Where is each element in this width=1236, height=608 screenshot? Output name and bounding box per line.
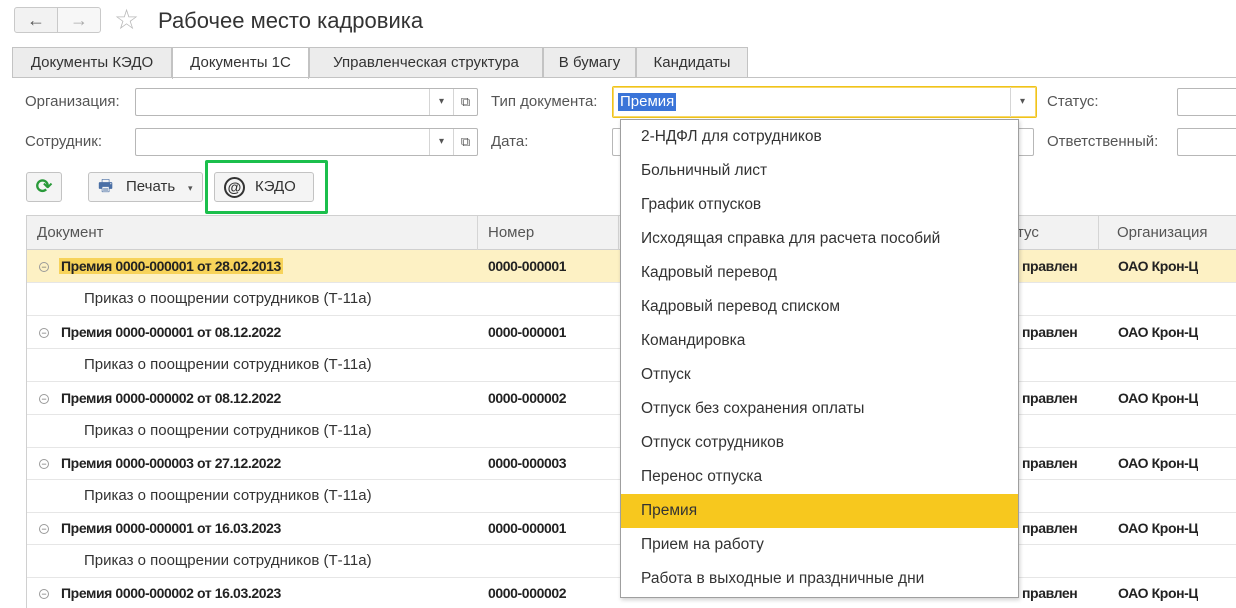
date-label: Дата: <box>491 133 529 150</box>
dropdown-item[interactable]: Командировка <box>621 324 1018 358</box>
print-label: Печать <box>126 178 176 195</box>
dropdown-item[interactable]: Кадровый перевод <box>621 256 1018 290</box>
open-form-icon[interactable]: ⧉ <box>453 89 477 115</box>
title-bar: ← → ☆ Рабочее место кадровика <box>0 0 1236 44</box>
collapse-icon[interactable]: − <box>39 459 49 469</box>
document-name: Премия 0000-000002 от 08.12.2022 <box>61 390 281 406</box>
collapse-icon[interactable]: − <box>39 262 49 272</box>
collapse-icon[interactable]: − <box>39 328 49 338</box>
refresh-icon: ⟳ <box>35 176 53 198</box>
favorite-star-icon[interactable]: ☆ <box>114 5 139 35</box>
dropdown-item[interactable]: Отпуск без сохранения оплаты <box>621 392 1018 426</box>
doc-type-value: Премия <box>618 93 677 111</box>
tab-divider <box>12 77 1236 78</box>
back-button[interactable]: ← <box>14 7 58 33</box>
dropdown-item[interactable]: Перенос отпуска <box>621 460 1018 494</box>
doc-type-label: Тип документа: <box>491 93 598 110</box>
document-organization: ОАО Крон-Ц <box>1118 390 1199 406</box>
status-field[interactable] <box>1177 88 1236 116</box>
chevron-down-icon[interactable]: ▾ <box>1010 87 1034 117</box>
tab-candidates[interactable]: Кандидаты <box>636 47 748 78</box>
child-document-name: Приказ о поощрении сотрудников (Т-11а) <box>84 356 372 373</box>
document-status: правлен <box>1022 258 1078 274</box>
tab-management-structure[interactable]: Управленческая структура <box>309 47 543 78</box>
tab-kedo-documents[interactable]: Документы КЭДО <box>12 47 172 78</box>
child-document-name: Приказ о поощрении сотрудников (Т-11а) <box>84 290 372 307</box>
forward-button[interactable]: → <box>57 7 101 33</box>
document-name: Премия 0000-000001 от 08.12.2022 <box>61 324 281 340</box>
responsible-label: Ответственный: <box>1047 133 1159 150</box>
document-number: 0000-000001 <box>488 520 567 536</box>
collapse-icon[interactable]: − <box>39 524 49 534</box>
document-status: правлен <box>1022 585 1078 601</box>
chevron-down-icon: ▾ <box>188 183 193 193</box>
dropdown-item[interactable]: Прием на работу <box>621 528 1018 562</box>
document-organization: ОАО Крон-Ц <box>1118 520 1199 536</box>
organization-label: Организация: <box>25 93 120 110</box>
employee-label: Сотрудник: <box>25 133 103 150</box>
dropdown-item[interactable]: Кадровый перевод списком <box>621 290 1018 324</box>
document-organization: ОАО Крон-Ц <box>1118 455 1199 471</box>
chevron-down-icon[interactable]: ▾ <box>429 129 453 155</box>
column-header-document[interactable]: Документ <box>27 216 478 250</box>
tab-to-paper[interactable]: В бумагу <box>543 47 636 78</box>
refresh-button[interactable]: ⟳ <box>26 172 62 202</box>
document-status: правлен <box>1022 390 1078 406</box>
doc-type-field[interactable]: Премия ▾ <box>612 86 1037 118</box>
status-label: Статус: <box>1047 93 1099 110</box>
column-header-number[interactable]: Номер <box>478 216 619 250</box>
dropdown-item[interactable]: 2-НДФЛ для сотрудников <box>621 120 1018 154</box>
arrow-right-icon: → <box>70 10 88 30</box>
printer-icon: 🖶 <box>98 178 114 195</box>
document-status: правлен <box>1022 520 1078 536</box>
document-number: 0000-000002 <box>488 390 567 406</box>
dropdown-item[interactable]: Отпуск сотрудников <box>621 426 1018 460</box>
organization-field[interactable]: ▾ ⧉ <box>135 88 478 116</box>
document-name: Премия 0000-000003 от 27.12.2022 <box>61 455 281 471</box>
employee-field[interactable]: ▾ ⧉ <box>135 128 478 156</box>
dropdown-item-selected[interactable]: Премия <box>621 494 1018 528</box>
document-number: 0000-000001 <box>488 258 567 274</box>
document-number: 0000-000002 <box>488 585 567 601</box>
page-title: Рабочее место кадровика <box>158 8 424 33</box>
document-number: 0000-000003 <box>488 455 567 471</box>
document-name: Премия 0000-000002 от 16.03.2023 <box>61 585 281 601</box>
dropdown-item[interactable]: Больничный лист <box>621 154 1018 188</box>
document-organization: ОАО Крон-Ц <box>1118 324 1199 340</box>
child-document-name: Приказ о поощрении сотрудников (Т-11а) <box>84 422 372 439</box>
document-status: правлен <box>1022 455 1078 471</box>
document-status: правлен <box>1022 324 1078 340</box>
document-organization: ОАО Крон-Ц <box>1118 258 1199 274</box>
dropdown-item[interactable]: Работа в выходные и праздничные дни <box>621 562 1018 596</box>
document-organization: ОАО Крон-Ц <box>1118 585 1199 601</box>
arrow-left-icon: ← <box>27 10 45 30</box>
child-document-name: Приказ о поощрении сотрудников (Т-11а) <box>84 487 372 504</box>
doc-type-dropdown-list[interactable]: 2-НДФЛ для сотрудников Больничный лист Г… <box>620 119 1019 598</box>
dropdown-item[interactable]: Исходящая справка для расчета пособий <box>621 222 1018 256</box>
chevron-down-icon[interactable]: ▾ <box>429 89 453 115</box>
print-button[interactable]: 🖶 Печать ▾ <box>88 172 203 202</box>
column-header-status[interactable]: тус <box>1017 216 1099 250</box>
document-number: 0000-000001 <box>488 324 567 340</box>
kedo-highlight-frame <box>205 160 328 214</box>
collapse-icon[interactable]: − <box>39 394 49 404</box>
collapse-icon[interactable]: − <box>39 589 49 599</box>
document-name: Премия 0000-000001 от 28.02.2013 <box>59 258 283 274</box>
tab-1c-documents[interactable]: Документы 1С <box>172 47 309 79</box>
responsible-field[interactable] <box>1177 128 1236 156</box>
dropdown-item[interactable]: Отпуск <box>621 358 1018 392</box>
dropdown-item[interactable]: График отпусков <box>621 188 1018 222</box>
open-form-icon[interactable]: ⧉ <box>453 129 477 155</box>
document-name: Премия 0000-000001 от 16.03.2023 <box>61 520 281 536</box>
column-header-organization[interactable]: Организация <box>1107 216 1236 250</box>
child-document-name: Приказ о поощрении сотрудников (Т-11а) <box>84 552 372 569</box>
